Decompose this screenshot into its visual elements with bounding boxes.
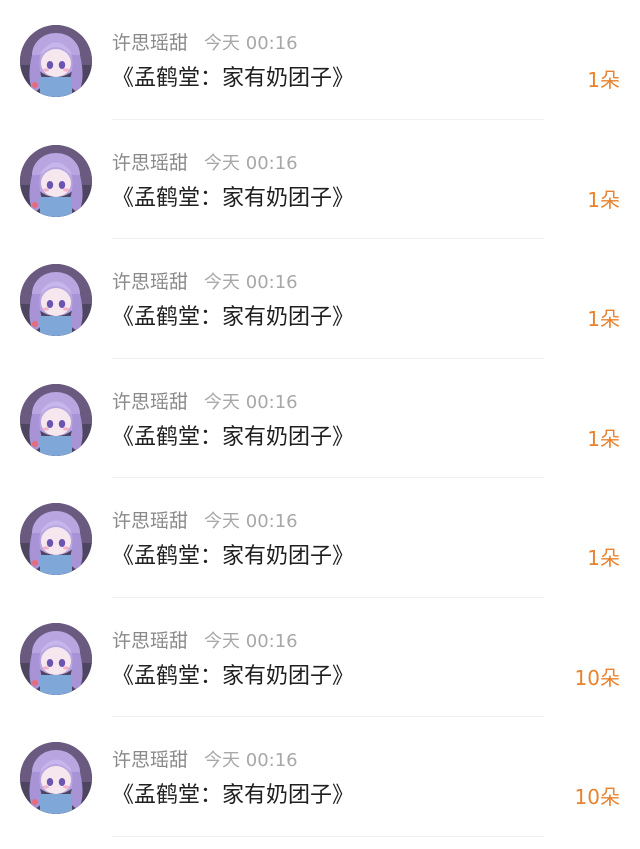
record-meta: 许思瑶甜 今天 00:16 <box>112 509 298 533</box>
gift-record-item[interactable]: 许思瑶甜 今天 00:16 《孟鹤堂：家有奶团子》 1朵 <box>0 120 640 239</box>
timestamp: 今天 00:16 <box>204 511 298 532</box>
sender-name[interactable]: 许思瑶甜 <box>112 152 188 174</box>
gift-record-item[interactable]: 许思瑶甜 今天 00:16 《孟鹤堂：家有奶团子》 1朵 <box>0 0 640 120</box>
book-title[interactable]: 《孟鹤堂：家有奶团子》 <box>112 423 354 453</box>
timestamp: 今天 00:16 <box>204 630 298 652</box>
gift-record-item[interactable]: 许思瑶甜 今天 00:16 《孟鹤堂：家有奶团子》 1朵 <box>0 359 640 478</box>
anime-girl-avatar-icon <box>20 503 92 575</box>
anime-girl-avatar-icon <box>20 622 92 695</box>
timestamp: 今天 00:16 <box>204 33 298 54</box>
flower-count: 1朵 <box>587 426 620 451</box>
record-meta: 许思瑶甜 今天 00:16 <box>112 270 298 294</box>
book-title[interactable]: 《孟鹤堂：家有奶团子》 <box>112 64 354 94</box>
record-meta: 许思瑶甜 今天 00:16 <box>112 629 298 653</box>
book-title[interactable]: 《孟鹤堂：家有奶团子》 <box>112 662 354 692</box>
timestamp: 今天 00:16 <box>204 750 298 771</box>
record-meta: 许思瑶甜 今天 00:16 <box>112 748 298 772</box>
gift-record-item[interactable]: 许思瑶甜 今天 00:16 《孟鹤堂：家有奶团子》 1朵 <box>0 239 640 359</box>
flower-count: 10朵 <box>574 665 620 690</box>
anime-girl-avatar-icon <box>20 264 92 336</box>
gift-record-item[interactable]: 许思瑶甜 今天 00:16 《孟鹤堂：家有奶团子》 10朵 <box>0 717 640 837</box>
gift-record-item[interactable]: 许思瑶甜 今天 00:16 《孟鹤堂：家有奶团子》 10朵 <box>0 598 640 717</box>
record-meta: 许思瑶甜 今天 00:16 <box>112 151 298 175</box>
gift-record-list: 许思瑶甜 今天 00:16 《孟鹤堂：家有奶团子》 1朵 许思瑶甜 今天 00:… <box>0 0 640 837</box>
sender-name[interactable]: 许思瑶甜 <box>112 32 188 54</box>
timestamp: 今天 00:16 <box>204 152 298 174</box>
user-avatar[interactable] <box>20 264 92 336</box>
flower-count: 1朵 <box>587 546 620 570</box>
user-avatar[interactable] <box>20 622 92 695</box>
book-title[interactable]: 《孟鹤堂：家有奶团子》 <box>112 542 354 572</box>
timestamp: 今天 00:16 <box>204 391 298 413</box>
record-meta: 许思瑶甜 今天 00:16 <box>112 390 298 414</box>
flower-count: 1朵 <box>587 307 620 331</box>
flower-count: 10朵 <box>574 785 620 809</box>
sender-name[interactable]: 许思瑶甜 <box>112 510 188 532</box>
user-avatar[interactable] <box>20 383 92 456</box>
sender-name[interactable]: 许思瑶甜 <box>112 749 188 771</box>
sender-name[interactable]: 许思瑶甜 <box>112 630 188 652</box>
book-title[interactable]: 《孟鹤堂：家有奶团子》 <box>112 303 354 333</box>
user-avatar[interactable] <box>20 25 92 97</box>
user-avatar[interactable] <box>20 144 92 217</box>
book-title[interactable]: 《孟鹤堂：家有奶团子》 <box>112 781 354 811</box>
user-avatar[interactable] <box>20 742 92 814</box>
user-avatar[interactable] <box>20 503 92 575</box>
sender-name[interactable]: 许思瑶甜 <box>112 271 188 293</box>
flower-count: 1朵 <box>587 187 620 212</box>
flower-count: 1朵 <box>587 68 620 92</box>
row-divider <box>112 835 544 837</box>
book-title[interactable]: 《孟鹤堂：家有奶团子》 <box>112 184 354 214</box>
anime-girl-avatar-icon <box>20 383 92 456</box>
anime-girl-avatar-icon <box>20 144 92 217</box>
anime-girl-avatar-icon <box>20 25 92 97</box>
sender-name[interactable]: 许思瑶甜 <box>112 391 188 413</box>
anime-girl-avatar-icon <box>20 742 92 814</box>
timestamp: 今天 00:16 <box>204 272 298 293</box>
record-meta: 许思瑶甜 今天 00:16 <box>112 31 298 55</box>
gift-record-item[interactable]: 许思瑶甜 今天 00:16 《孟鹤堂：家有奶团子》 1朵 <box>0 478 640 598</box>
